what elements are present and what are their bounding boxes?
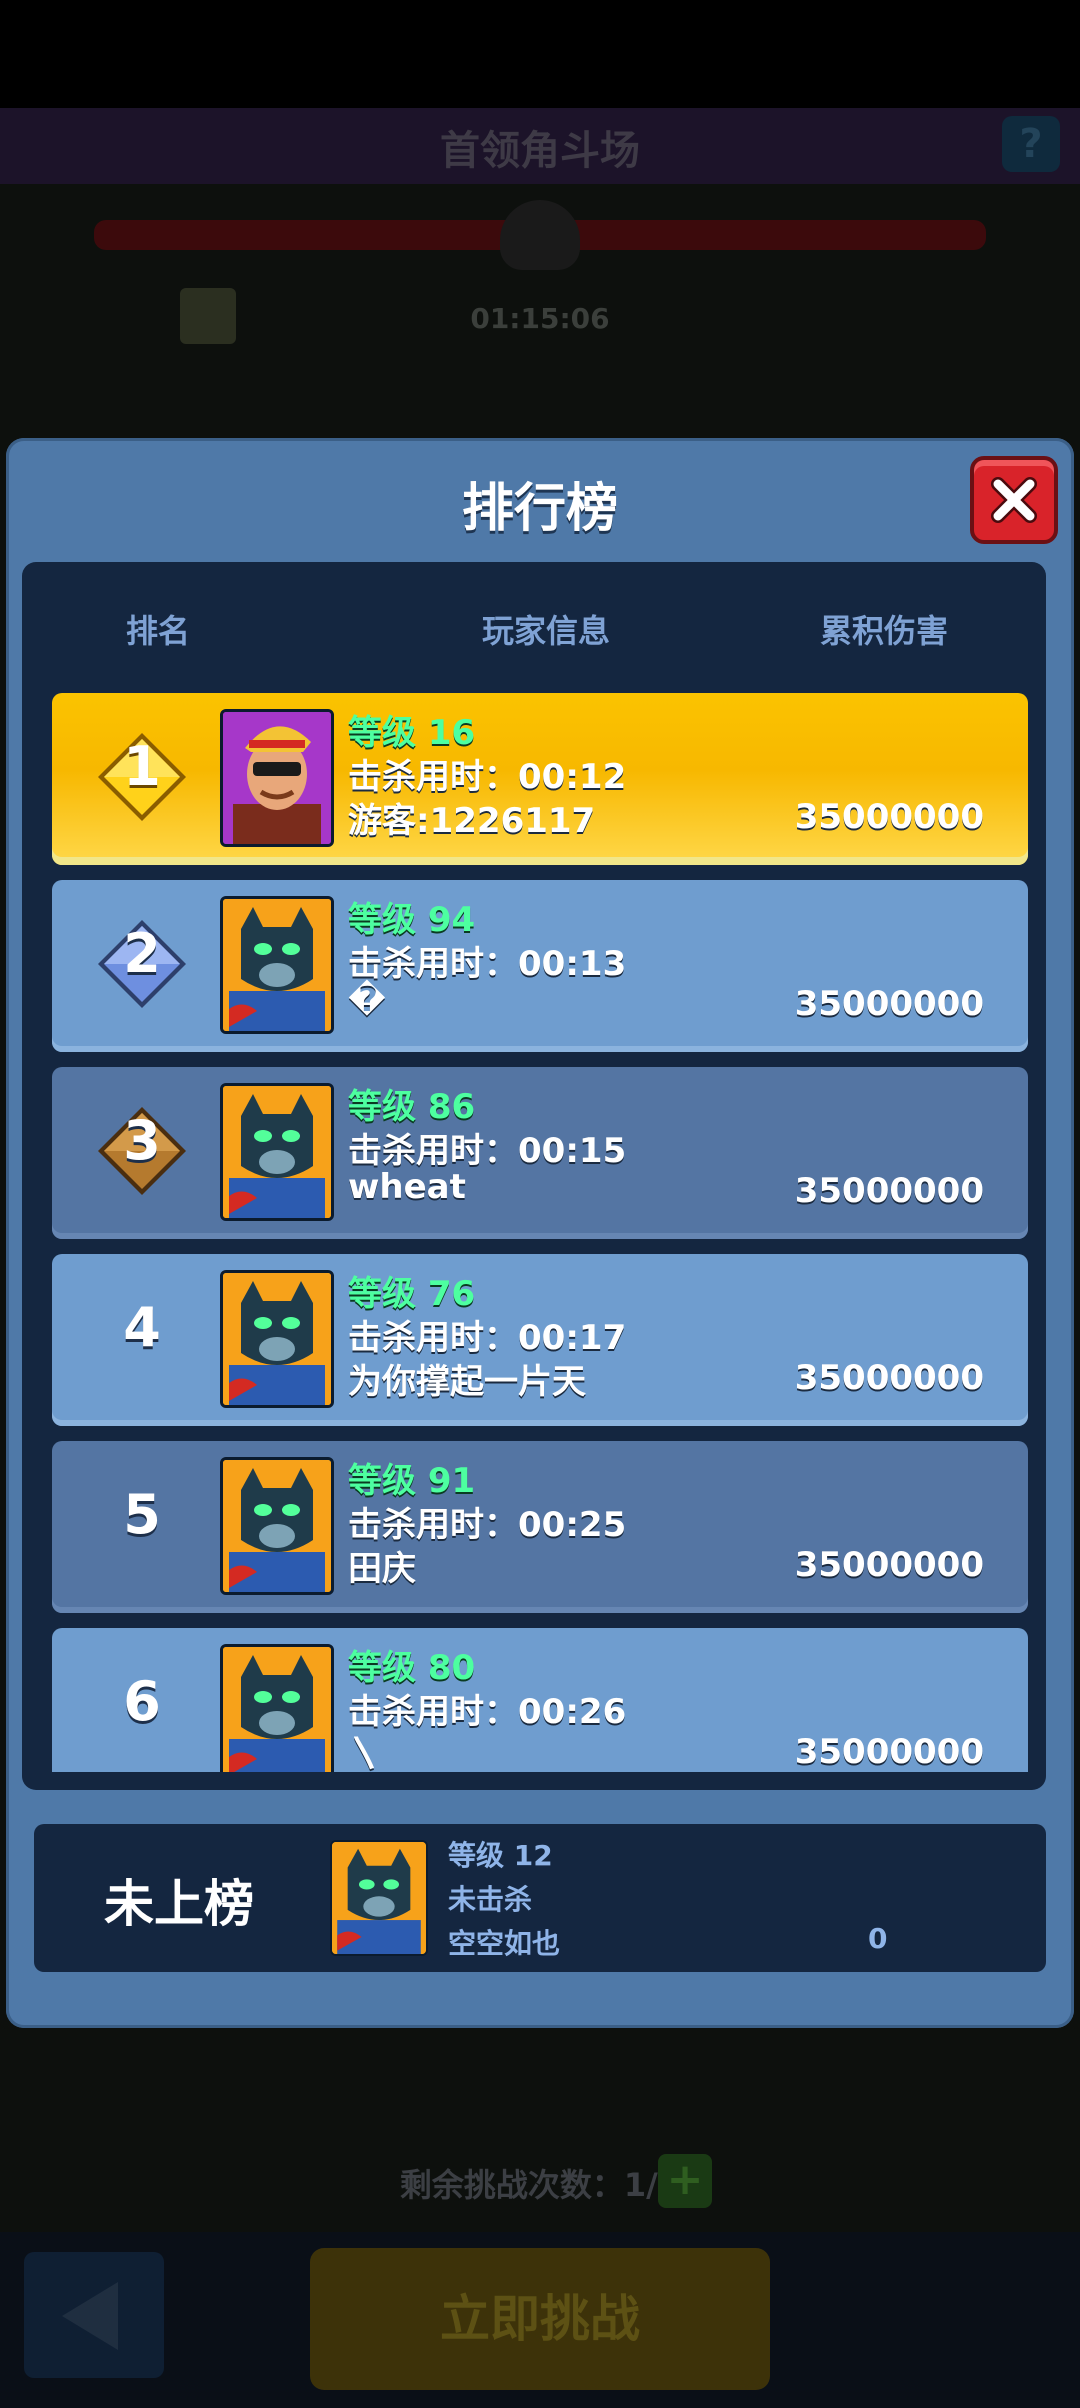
- challenge-now-button[interactable]: 立即挑战: [310, 2248, 770, 2390]
- boss-skull-icon: [500, 200, 580, 270]
- leaderboard-row[interactable]: 4 等级 76 击杀用时：00:17 为你撑起一片天 35000000: [52, 1254, 1028, 1426]
- hero-avatar-icon: [223, 712, 331, 844]
- damage-value: 35000000: [794, 1171, 984, 1211]
- damage-value: 35000000: [794, 1545, 984, 1585]
- my-kill-status: 未击杀: [448, 1883, 533, 1916]
- my-level: 等级 12: [448, 1839, 553, 1872]
- leaderboard-row[interactable]: 1 等级 16 击杀用时：00:12 游客:1226117 35000000: [52, 693, 1028, 865]
- kill-time: 击杀用时：00:12: [348, 757, 627, 797]
- panther-avatar-icon: [223, 899, 331, 1031]
- leaderboard-row[interactable]: 5 等级 91 击杀用时：00:25 田庆 35000000: [52, 1441, 1028, 1613]
- leaderboard-row[interactable]: 6 等级 80 击杀用时：00:26 〵 35000000: [52, 1628, 1028, 1772]
- rank-number: 6: [123, 1670, 161, 1733]
- kill-time: 击杀用时：00:26: [348, 1692, 627, 1732]
- player-level: 等级 16: [348, 713, 476, 753]
- damage-value: 35000000: [794, 1732, 984, 1772]
- rank-number: 3: [123, 1109, 161, 1172]
- leaderboard-row[interactable]: 2 等级 94 击杀用时：00:13 � 35000000: [52, 880, 1028, 1052]
- player-level: 等级 91: [348, 1461, 476, 1501]
- player-level: 等级 86: [348, 1087, 476, 1127]
- back-arrow-icon: [62, 2282, 118, 2350]
- panther-avatar-icon: [223, 1086, 331, 1218]
- kill-time: 击杀用时：00:25: [348, 1505, 627, 1545]
- status-bar-area: [0, 0, 1080, 108]
- header-player-info: 玩家信息: [482, 612, 611, 650]
- rank-number: 1: [123, 735, 161, 798]
- damage-value: 35000000: [794, 984, 984, 1024]
- damage-value: 35000000: [794, 1358, 984, 1398]
- header-damage: 累积伤害: [820, 612, 949, 650]
- close-button[interactable]: [970, 456, 1058, 544]
- add-challenges-button[interactable]: +: [658, 2154, 712, 2208]
- player-level: 等级 80: [348, 1648, 476, 1688]
- avatar: [220, 1270, 334, 1408]
- player-name: 〵: [348, 1736, 382, 1772]
- damage-value: 35000000: [794, 797, 984, 837]
- player-level: 等级 76: [348, 1274, 476, 1314]
- my-damage: 0: [868, 1922, 888, 1955]
- rank-number: 5: [123, 1483, 161, 1546]
- player-name: 田庆: [348, 1549, 416, 1589]
- rank-number: 2: [123, 922, 161, 985]
- avatar: [220, 1644, 334, 1772]
- panther-avatar-icon: [332, 1842, 426, 1954]
- avatar: [220, 1083, 334, 1221]
- panther-avatar-icon: [223, 1647, 331, 1772]
- player-name: wheat: [348, 1167, 466, 1207]
- header-rank: 排名: [126, 612, 191, 650]
- my-avatar: [330, 1840, 428, 1956]
- remaining-challenges: 剩余挑战次数：1/1: [399, 2166, 681, 2204]
- avatar: [220, 1457, 334, 1595]
- avatar: [220, 709, 334, 847]
- player-name: �: [348, 980, 386, 1020]
- my-rank-label: 未上榜: [104, 1875, 254, 1933]
- dialog-title: 排行榜: [461, 479, 618, 539]
- panther-avatar-icon: [223, 1460, 331, 1592]
- kill-time: 击杀用时：00:13: [348, 944, 627, 984]
- question-icon[interactable]: ?: [1002, 116, 1060, 172]
- player-name: 为你撑起一片天: [348, 1362, 586, 1402]
- leaderboard-row[interactable]: 3 等级 86 击杀用时：00:15 wheat 35000000: [52, 1067, 1028, 1239]
- player-level: 等级 94: [348, 900, 476, 940]
- close-icon: [991, 477, 1037, 523]
- player-name: 游客:1226117: [348, 801, 596, 841]
- kill-time: 击杀用时：00:17: [348, 1318, 627, 1358]
- boss-timer: 01:15:06: [470, 302, 610, 335]
- arena-title: 首领角斗场: [440, 128, 640, 174]
- leaderboard-list[interactable]: 1 等级 16 击杀用时：00:12 游客:1226117 35000000 2: [52, 690, 1028, 1772]
- my-name: 空空如也: [448, 1927, 561, 1960]
- avatar: [220, 896, 334, 1034]
- rank-number: 4: [123, 1296, 161, 1359]
- panther-avatar-icon: [223, 1273, 331, 1405]
- kill-time: 击杀用时：00:15: [348, 1131, 627, 1171]
